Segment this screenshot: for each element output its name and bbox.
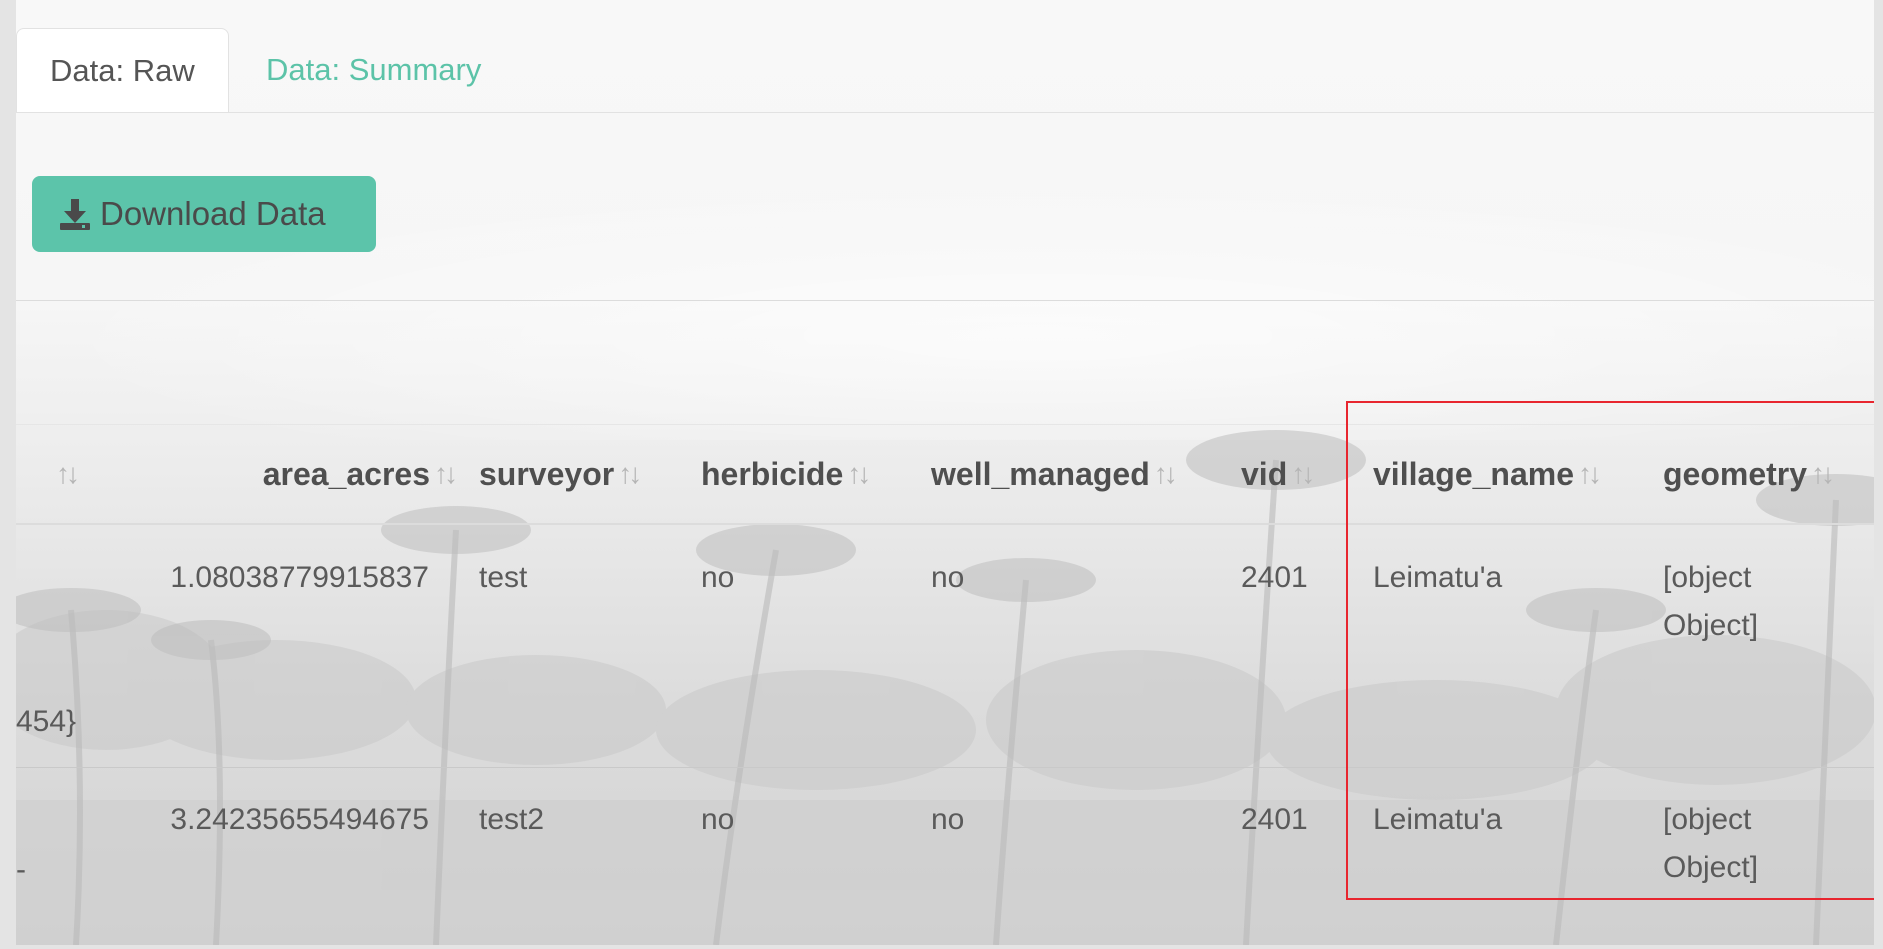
cell-well-managed: no — [931, 803, 965, 836]
cell-geometry-line1: [object — [1663, 561, 1752, 594]
cell-surveyor: test — [479, 561, 528, 594]
cell-vid: 2401 — [1241, 803, 1308, 836]
sort-icon[interactable]: ↑↓ — [1578, 452, 1602, 496]
row-divider — [16, 767, 1874, 768]
sort-icon[interactable]: ↑↓ — [434, 452, 458, 496]
cell-geometry-line2: Object] — [1663, 851, 1759, 884]
column-header-surveyor[interactable]: surveyor ↑↓ — [479, 452, 642, 496]
column-header-village-name[interactable]: village_name ↑↓ — [1373, 452, 1602, 496]
column-label: well_managed — [931, 456, 1150, 492]
column-header-area-acres[interactable]: area_acres ↑↓ — [206, 452, 458, 496]
column-label: herbicide — [701, 456, 844, 492]
cell-area-acres: 1.08038779915837 — [170, 561, 429, 594]
column-label: surveyor — [479, 456, 615, 492]
cell-geometry-line1: [object — [1663, 803, 1752, 836]
column-label: geometry — [1663, 456, 1808, 492]
cell-vid: 2401 — [1241, 561, 1308, 594]
sort-icon[interactable]: ↑↓ — [1811, 452, 1835, 496]
cell-village-name: Leimatu'a — [1373, 561, 1503, 594]
column-header-truncated[interactable]: ↑↓ — [52, 452, 80, 496]
column-header-vid[interactable]: vid ↑↓ — [1241, 452, 1315, 496]
download-data-label: Download Data — [100, 195, 326, 232]
sort-icon[interactable]: ↑↓ — [56, 452, 80, 496]
column-label: area_acres — [262, 456, 430, 492]
column-label: village_name — [1373, 456, 1574, 492]
sort-icon[interactable]: ↑↓ — [1291, 452, 1315, 496]
tab-data-raw[interactable]: Data: Raw — [16, 28, 229, 112]
sort-icon[interactable]: ↑↓ — [1154, 452, 1178, 496]
cell-herbicide: no — [701, 561, 735, 594]
tab-data-summary[interactable]: Data: Summary — [246, 28, 501, 112]
cell-truncated: 454} — [16, 705, 77, 738]
divider — [16, 424, 1874, 425]
column-header-geometry[interactable]: geometry ↑↓ — [1663, 452, 1835, 496]
download-data-button[interactable]: Download Data — [32, 176, 376, 252]
sort-icon[interactable]: ↑↓ — [847, 452, 871, 496]
download-icon — [60, 199, 90, 230]
cell-surveyor: test2 — [479, 803, 545, 836]
column-label: vid — [1241, 456, 1288, 492]
sort-icon[interactable]: ↑↓ — [618, 452, 642, 496]
cell-well-managed: no — [931, 561, 965, 594]
table-header-underline — [16, 523, 1874, 525]
tab-bar: Data: Raw Data: Summary — [16, 28, 1874, 113]
column-header-herbicide[interactable]: herbicide ↑↓ — [701, 452, 871, 496]
column-header-well-managed[interactable]: well_managed ↑↓ — [931, 452, 1178, 496]
divider — [16, 300, 1874, 301]
cell-village-name: Leimatu'a — [1373, 803, 1503, 836]
data-panel: Data: Raw Data: Summary Download Data ↑↓… — [16, 0, 1874, 945]
cell-geometry-line2: Object] — [1663, 609, 1759, 642]
cell-area-acres: 3.24235655494675 — [170, 803, 429, 836]
cell-truncated: - — [16, 853, 26, 886]
cell-herbicide: no — [701, 803, 735, 836]
